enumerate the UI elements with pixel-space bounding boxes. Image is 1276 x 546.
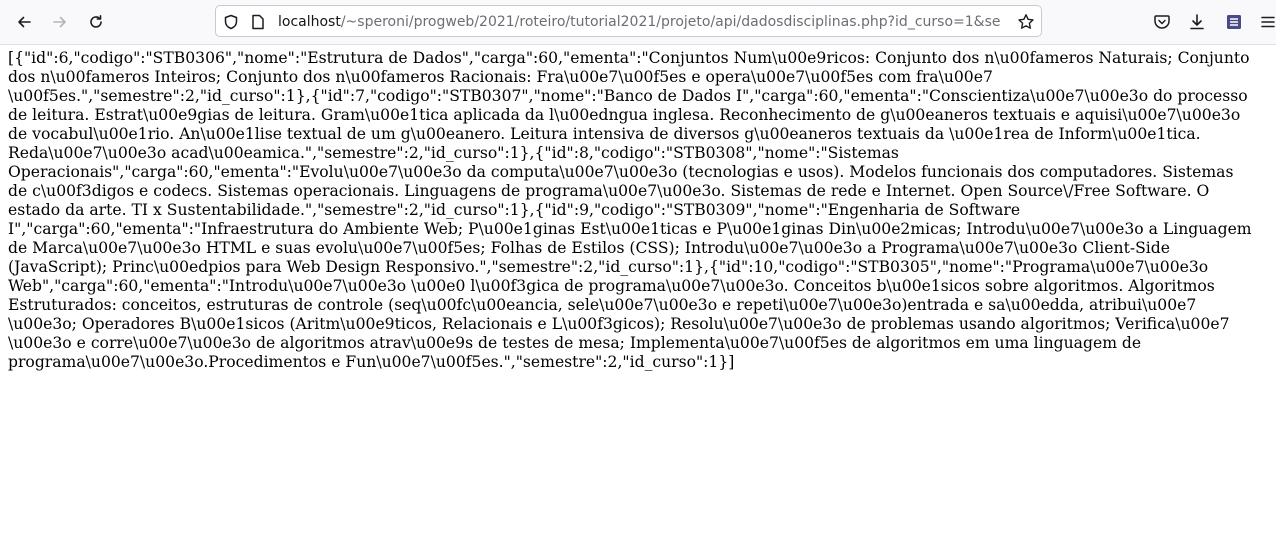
json-line: [{"id":6,"codigo":"STB0306","nome":"Estr…	[8, 49, 1250, 67]
url-host: localhost	[278, 14, 341, 30]
shield-icon[interactable]	[222, 13, 240, 31]
menu-icon[interactable]	[1252, 6, 1276, 38]
json-line: programa\u00e7\u00e3o.Procedimentos e Fu…	[8, 353, 735, 371]
json-line: Estruturados: conceitos, estruturas de c…	[8, 296, 1197, 314]
json-line: \u00e3o e corre\u00e7\u00e3o de algoritm…	[8, 334, 1142, 352]
json-line: I","carga":60,"ementa":"Infraestrutura d…	[8, 220, 1252, 238]
browser-toolbar: localhost/~speroni/progweb/2021/roteiro/…	[0, 0, 1276, 45]
download-icon[interactable]	[1181, 6, 1213, 38]
json-line: de Marca\u00e7\u00e3o HTML e suas evolu\…	[8, 239, 1170, 257]
json-response-text: [{"id":6,"codigo":"STB0306","nome":"Estr…	[8, 49, 1276, 372]
json-line: de c\u00f3digos e codecs. Sistemas opera…	[8, 182, 1210, 200]
json-line: de vocabul\u00e1rio. An\u00e1lise textua…	[8, 125, 1201, 143]
json-line: (JavaScript); Princ\u00edpios para Web D…	[8, 258, 1209, 276]
page-icon[interactable]	[249, 13, 267, 31]
url-text[interactable]: localhost/~speroni/progweb/2021/roteiro/…	[278, 13, 1008, 31]
json-line: Reda\u00e7\u00e3o acad\u00eamica.","seme…	[8, 144, 899, 162]
json-line: Operacionais","carga":60,"ementa":"Evolu…	[8, 163, 1234, 181]
star-icon[interactable]	[1016, 12, 1036, 32]
json-line: Web","carga":60,"ementa":"Introdu\u00e7\…	[8, 277, 1215, 295]
json-line: estado da arte. TI x Sustentabilidade.",…	[8, 201, 1021, 219]
pocket-icon[interactable]	[1146, 6, 1178, 38]
json-line: \u00e3o; Operadores B\u00e1sicos (Aritm\…	[8, 315, 1230, 333]
reload-icon[interactable]	[80, 6, 112, 38]
json-line: de leitura. Estrat\u00e9gias de leitura.…	[8, 106, 1241, 124]
url-path: /~speroni/progweb/2021/roteiro/tutorial2…	[340, 14, 1001, 30]
forward-icon[interactable]	[44, 6, 76, 38]
json-line: dos n\u00fameros Inteiros; Conjunto dos …	[8, 68, 993, 86]
back-icon[interactable]	[8, 6, 40, 38]
json-line: \u00f5es.","semestre":2,"id_curso":1},{"…	[8, 87, 1248, 105]
url-bar[interactable]: localhost/~speroni/progweb/2021/roteiro/…	[215, 5, 1042, 37]
extension-icon[interactable]	[1218, 6, 1250, 38]
